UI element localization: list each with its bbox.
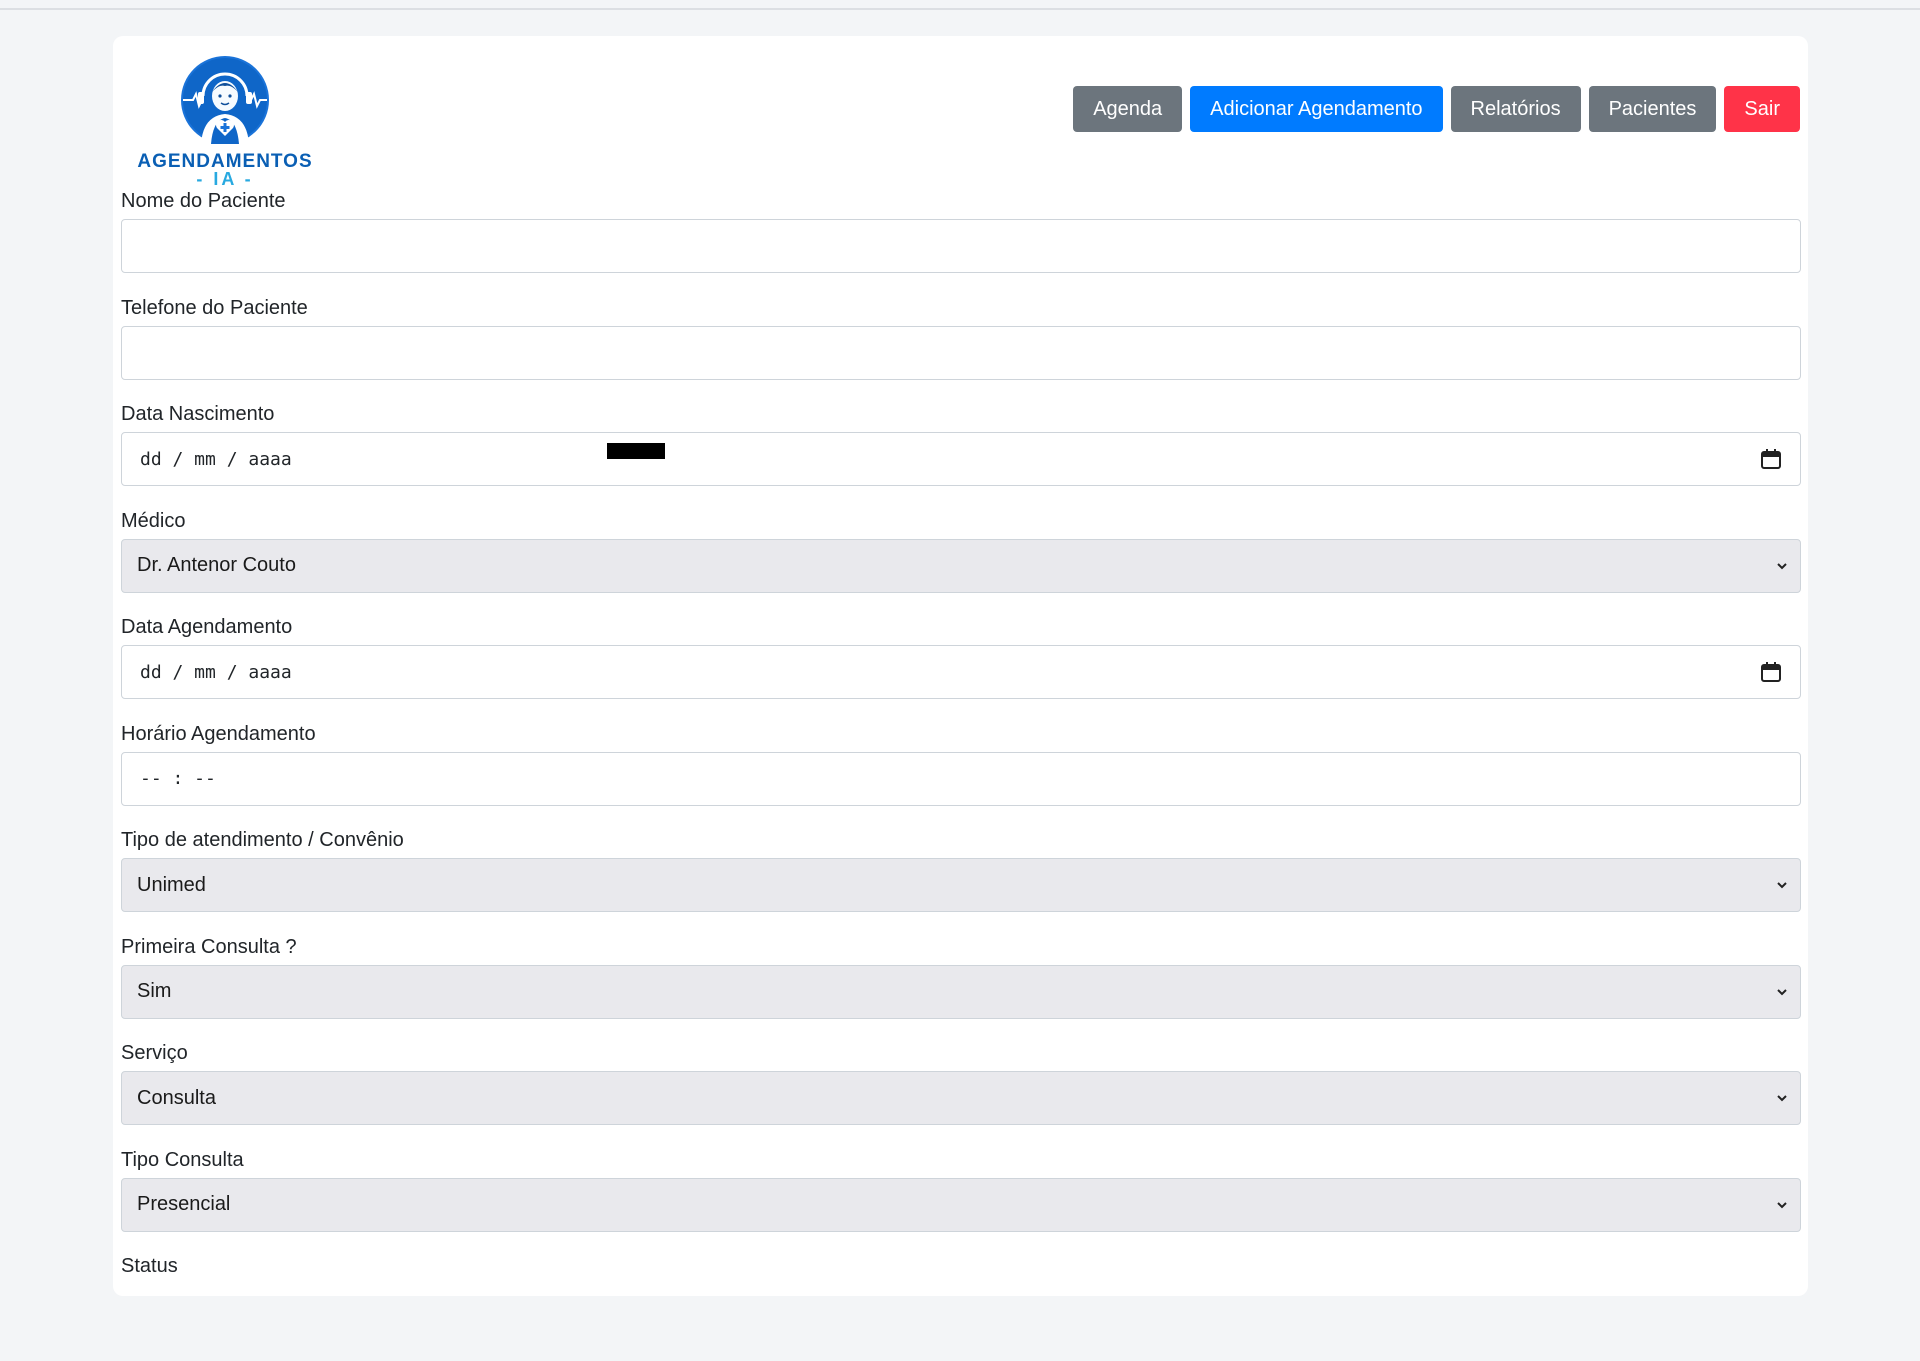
first-visit-label: Primeira Consulta ? [121, 935, 297, 958]
status-group: Status [121, 1254, 1801, 1361]
header: AGENDAMENTOS - IA - Agenda Adicionar Age… [113, 36, 1808, 189]
logo-subtitle: - IA - [196, 169, 253, 186]
insurance-select[interactable]: Unimed [121, 858, 1801, 912]
birth-date-placeholder: dd / mm / aaaa [140, 448, 292, 470]
patient-phone-label: Telefone do Paciente [121, 296, 308, 319]
add-appointment-button[interactable]: Adicionar Agendamento [1190, 86, 1443, 132]
agenda-button[interactable]: Agenda [1073, 86, 1183, 132]
patient-phone-input[interactable] [121, 325, 1801, 380]
appointment-form: Nome do Paciente Telefone do Paciente Da… [121, 189, 1801, 1361]
doctor-group: Médico Dr. Antenor Couto [121, 509, 1801, 616]
consult-type-label: Tipo Consulta [121, 1148, 244, 1171]
appointment-time-label: Horário Agendamento [121, 722, 316, 745]
browser-top-divider [0, 8, 1920, 10]
birth-date-label: Data Nascimento [121, 403, 275, 425]
logout-button[interactable]: Sair [1724, 86, 1800, 132]
consult-type-selected-value: Presencial [137, 1193, 231, 1215]
patient-name-label: Nome do Paciente [121, 190, 286, 212]
insurance-label: Tipo de atendimento / Convênio [121, 829, 404, 851]
appointment-time-group: Horário Agendamento -- : -- [121, 722, 1801, 829]
patients-button[interactable]: Pacientes [1588, 86, 1717, 132]
doctor-select[interactable]: Dr. Antenor Couto [121, 538, 1801, 593]
consult-type-group: Tipo Consulta Presencial [121, 1148, 1801, 1255]
birth-date-input[interactable]: dd / mm / aaaa [121, 432, 1801, 486]
birth-date-group: Data Nascimento dd / mm / aaaa [121, 402, 1801, 509]
appointment-date-label: Data Agendamento [121, 616, 293, 638]
chevron-down-icon [1777, 562, 1787, 569]
chevron-down-icon [1777, 882, 1787, 889]
doctor-label: Médico [121, 509, 186, 532]
first-visit-group: Primeira Consulta ? Sim [121, 935, 1801, 1042]
top-nav: Agenda Adicionar Agendamento Relatórios … [1073, 86, 1800, 132]
service-select[interactable]: Consulta [121, 1071, 1801, 1125]
patient-phone-group: Telefone do Paciente [121, 296, 1801, 403]
patient-name-input[interactable] [121, 219, 1801, 273]
insurance-group: Tipo de atendimento / Convênio Unimed [121, 828, 1801, 935]
chevron-down-icon [1777, 988, 1787, 995]
first-visit-select[interactable]: Sim [121, 964, 1801, 1019]
service-group: Serviço Consulta [121, 1041, 1801, 1148]
appointment-date-input[interactable]: dd / mm / aaaa [121, 645, 1801, 699]
calendar-icon[interactable] [1760, 448, 1782, 470]
doctor-selected-value: Dr. Antenor Couto [137, 554, 296, 576]
chevron-down-icon [1777, 1201, 1787, 1208]
appointment-time-input[interactable]: -- : -- [121, 751, 1801, 806]
insurance-selected-value: Unimed [137, 873, 206, 896]
appointment-date-group: Data Agendamento dd / mm / aaaa [121, 615, 1801, 722]
patient-name-group: Nome do Paciente [121, 189, 1801, 296]
appointment-date-placeholder: dd / mm / aaaa [140, 661, 292, 683]
chevron-down-icon [1777, 1095, 1787, 1102]
redaction-box [607, 443, 665, 459]
agendamentos-ia-logo: AGENDAMENTOS - IA - [135, 56, 315, 189]
logo-medical-assistant-icon: AGENDAMENTOS - IA - [137, 56, 312, 189]
consult-type-select[interactable]: Presencial [121, 1177, 1801, 1232]
first-visit-selected-value: Sim [137, 980, 172, 1002]
service-label: Serviço [121, 1042, 188, 1064]
service-selected-value: Consulta [137, 1086, 216, 1109]
main-card: AGENDAMENTOS - IA - Agenda Adicionar Age… [113, 36, 1808, 1296]
reports-button[interactable]: Relatórios [1450, 86, 1581, 132]
appointment-time-placeholder: -- : -- [140, 768, 216, 789]
calendar-icon[interactable] [1760, 661, 1782, 683]
